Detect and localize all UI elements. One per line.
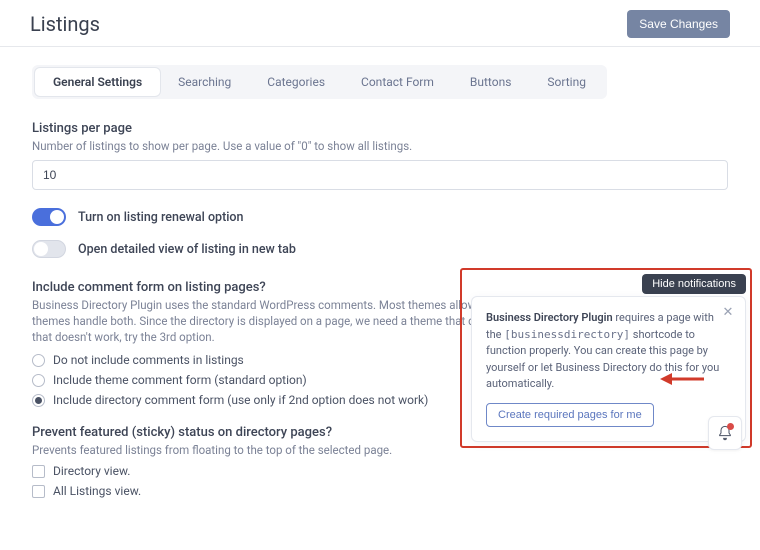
tab-categories[interactable]: Categories (249, 68, 343, 96)
comment-option-2-label: Include directory comment form (use only… (53, 393, 428, 407)
settings-tabs: General Settings Searching Categories Co… (32, 65, 607, 99)
notifications-bell-button[interactable] (708, 416, 742, 450)
page-title: Listings (30, 12, 100, 36)
tab-buttons[interactable]: Buttons (452, 68, 530, 96)
new-tab-toggle-label: Open detailed view of listing in new tab (78, 242, 296, 257)
sticky-all-listings-label: All Listings view. (53, 484, 141, 498)
listings-per-page-label: Listings per page (32, 121, 728, 136)
listings-per-page-input[interactable] (32, 160, 728, 190)
comment-option-2-radio[interactable] (32, 394, 45, 407)
notification-card: ✕ Business Directory Plugin requires a p… (471, 296, 746, 442)
notification-dot-icon (727, 423, 734, 430)
new-tab-toggle[interactable] (32, 240, 66, 258)
renewal-toggle[interactable] (32, 208, 66, 226)
sticky-directory-view-checkbox[interactable] (32, 465, 45, 478)
comment-option-0-radio[interactable] (32, 354, 45, 367)
notification-strong: Business Directory Plugin (486, 311, 613, 324)
notification-text: Business Directory Plugin requires a pag… (486, 310, 731, 393)
tab-general-settings[interactable]: General Settings (35, 68, 160, 96)
create-required-pages-button[interactable]: Create required pages for me (486, 403, 654, 427)
sticky-all-listings-checkbox[interactable] (32, 485, 45, 498)
listings-per-page-help: Number of listings to show per page. Use… (32, 138, 728, 154)
comment-form-label: Include comment form on listing pages? (32, 280, 728, 295)
save-changes-button[interactable]: Save Changes (627, 10, 730, 38)
tab-sorting[interactable]: Sorting (529, 68, 604, 96)
notification-code: [businessdirectory] (504, 328, 630, 341)
sticky-directory-view-label: Directory view. (53, 464, 130, 478)
comment-option-0-label: Do not include comments in listings (53, 353, 244, 367)
sticky-help: Prevents featured listings from floating… (32, 442, 728, 458)
comment-option-1-radio[interactable] (32, 374, 45, 387)
tab-searching[interactable]: Searching (160, 68, 249, 96)
comment-option-1-label: Include theme comment form (standard opt… (53, 373, 307, 387)
tab-contact-form[interactable]: Contact Form (343, 68, 452, 96)
hide-notifications-button[interactable]: Hide notifications (642, 274, 746, 294)
close-icon[interactable]: ✕ (721, 306, 735, 320)
renewal-toggle-label: Turn on listing renewal option (78, 210, 243, 225)
